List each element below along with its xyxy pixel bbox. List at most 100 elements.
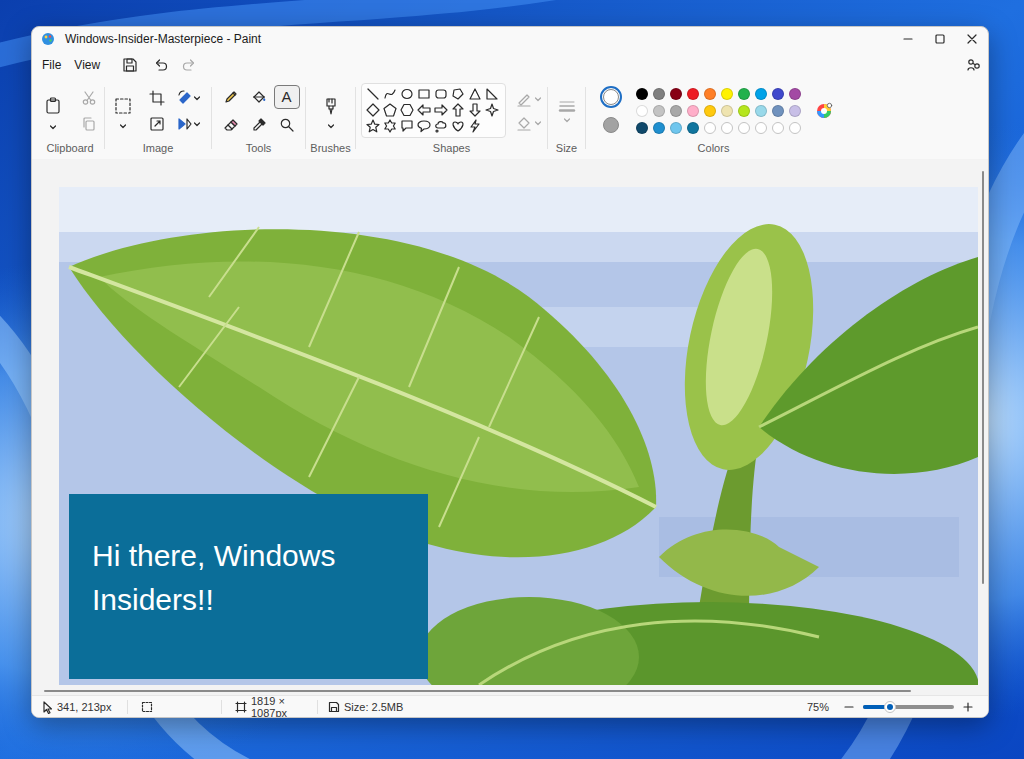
canvas-text-box[interactable]: Hi there, Windows Insiders!!: [69, 494, 428, 679]
shape-icon[interactable]: [468, 103, 482, 117]
edit-colors-icon[interactable]: [815, 102, 833, 120]
size-button[interactable]: [558, 98, 576, 124]
shape-icon[interactable]: [485, 87, 499, 101]
zoom-slider[interactable]: [863, 705, 954, 709]
color-swatch[interactable]: [738, 105, 750, 117]
tool-button[interactable]: [274, 113, 300, 137]
tool-button[interactable]: [246, 113, 272, 137]
color-swatch[interactable]: [755, 105, 767, 117]
color-swatch[interactable]: [653, 105, 665, 117]
vertical-scrollbar[interactable]: [982, 171, 984, 675]
shape-icon[interactable]: [485, 103, 499, 117]
tool-button[interactable]: A: [274, 85, 300, 109]
shape-icon[interactable]: [383, 103, 397, 117]
save-icon[interactable]: [122, 57, 138, 73]
color-swatch[interactable]: [721, 88, 733, 100]
color-swatch[interactable]: [789, 122, 801, 134]
share-icon[interactable]: [966, 57, 982, 73]
shape-icon[interactable]: [434, 103, 448, 117]
color-swatch[interactable]: [755, 88, 767, 100]
rotate-button[interactable]: [172, 86, 206, 110]
paste-button[interactable]: [38, 91, 68, 121]
redo-icon[interactable]: [181, 57, 197, 73]
shape-icon[interactable]: [468, 119, 482, 133]
resize-button[interactable]: [144, 112, 170, 136]
tool-button[interactable]: [218, 85, 244, 109]
color-swatch[interactable]: [687, 105, 699, 117]
color-swatch[interactable]: [789, 105, 801, 117]
chevron-icon[interactable]: [49, 123, 57, 131]
color-swatch[interactable]: [670, 88, 682, 100]
shape-icon[interactable]: [451, 119, 465, 133]
shape-icon[interactable]: [451, 87, 465, 101]
color-swatch[interactable]: [772, 122, 784, 134]
shape-icon[interactable]: [400, 119, 414, 133]
shape-icon[interactable]: [400, 87, 414, 101]
cut-button[interactable]: [76, 86, 102, 110]
color-swatch[interactable]: [738, 122, 750, 134]
menu-item[interactable]: File: [42, 56, 61, 74]
brushes-button[interactable]: [318, 92, 344, 120]
chevron-icon[interactable]: [534, 119, 542, 127]
color-swatch[interactable]: [636, 88, 648, 100]
shape-icon[interactable]: [366, 87, 380, 101]
close-button[interactable]: [956, 27, 988, 51]
color-swatch[interactable]: [704, 88, 716, 100]
shape-icon[interactable]: [366, 103, 380, 117]
color-swatch[interactable]: [670, 122, 682, 134]
color-swatch[interactable]: [687, 88, 699, 100]
tool-button[interactable]: [218, 113, 244, 137]
color-swatch[interactable]: [772, 105, 784, 117]
shape-icon[interactable]: [451, 103, 465, 117]
color-swatch[interactable]: [653, 88, 665, 100]
chevron-icon[interactable]: [119, 122, 127, 130]
tool-button[interactable]: [246, 85, 272, 109]
shape-icon[interactable]: [417, 103, 431, 117]
zoom-slider-thumb[interactable]: [884, 701, 896, 713]
menu-item[interactable]: View: [74, 56, 100, 74]
scrollbar-thumb[interactable]: [982, 171, 984, 584]
shape-outline-button[interactable]: [516, 91, 542, 107]
horizontal-scrollbar[interactable]: [44, 690, 976, 692]
scrollbar-thumb[interactable]: [44, 690, 911, 692]
shape-icon[interactable]: [434, 87, 448, 101]
shape-icon[interactable]: [383, 87, 397, 101]
shape-icon[interactable]: [366, 119, 380, 133]
zoom-out-icon[interactable]: [843, 701, 855, 713]
zoom-in-icon[interactable]: [962, 701, 974, 713]
color-swatch[interactable]: [721, 122, 733, 134]
color-swatch[interactable]: [687, 122, 699, 134]
flip-button[interactable]: [172, 112, 206, 136]
chevron-icon[interactable]: [563, 116, 571, 124]
color-swatch[interactable]: [721, 105, 733, 117]
shape-icon[interactable]: [434, 119, 448, 133]
minimize-button[interactable]: [892, 27, 924, 51]
crop-button[interactable]: [144, 86, 170, 110]
shape-icon[interactable]: [400, 103, 414, 117]
chevron-icon[interactable]: [534, 95, 542, 103]
color-swatch[interactable]: [636, 122, 648, 134]
color-swatch[interactable]: [738, 88, 750, 100]
undo-icon[interactable]: [153, 57, 169, 73]
select-button[interactable]: [110, 92, 136, 120]
chevron-icon[interactable]: [327, 122, 335, 130]
shape-icon[interactable]: [417, 87, 431, 101]
chevron-icon[interactable]: [193, 94, 201, 102]
copy-button[interactable]: [76, 112, 102, 136]
shape-icon[interactable]: [383, 119, 397, 133]
color-swatch[interactable]: [755, 122, 767, 134]
color-swatch[interactable]: [772, 88, 784, 100]
shape-icon[interactable]: [468, 87, 482, 101]
secondary-color[interactable]: [600, 114, 622, 136]
color-swatch[interactable]: [670, 105, 682, 117]
shape-fill-button[interactable]: [516, 115, 542, 131]
canvas[interactable]: Hi there, Windows Insiders!!: [59, 187, 978, 685]
color-swatch[interactable]: [704, 105, 716, 117]
color-swatch[interactable]: [653, 122, 665, 134]
color-swatch[interactable]: [789, 88, 801, 100]
shape-icon[interactable]: [417, 119, 431, 133]
primary-color[interactable]: [600, 86, 622, 108]
color-swatch[interactable]: [636, 105, 648, 117]
color-swatch[interactable]: [704, 122, 716, 134]
chevron-icon[interactable]: [193, 120, 201, 128]
